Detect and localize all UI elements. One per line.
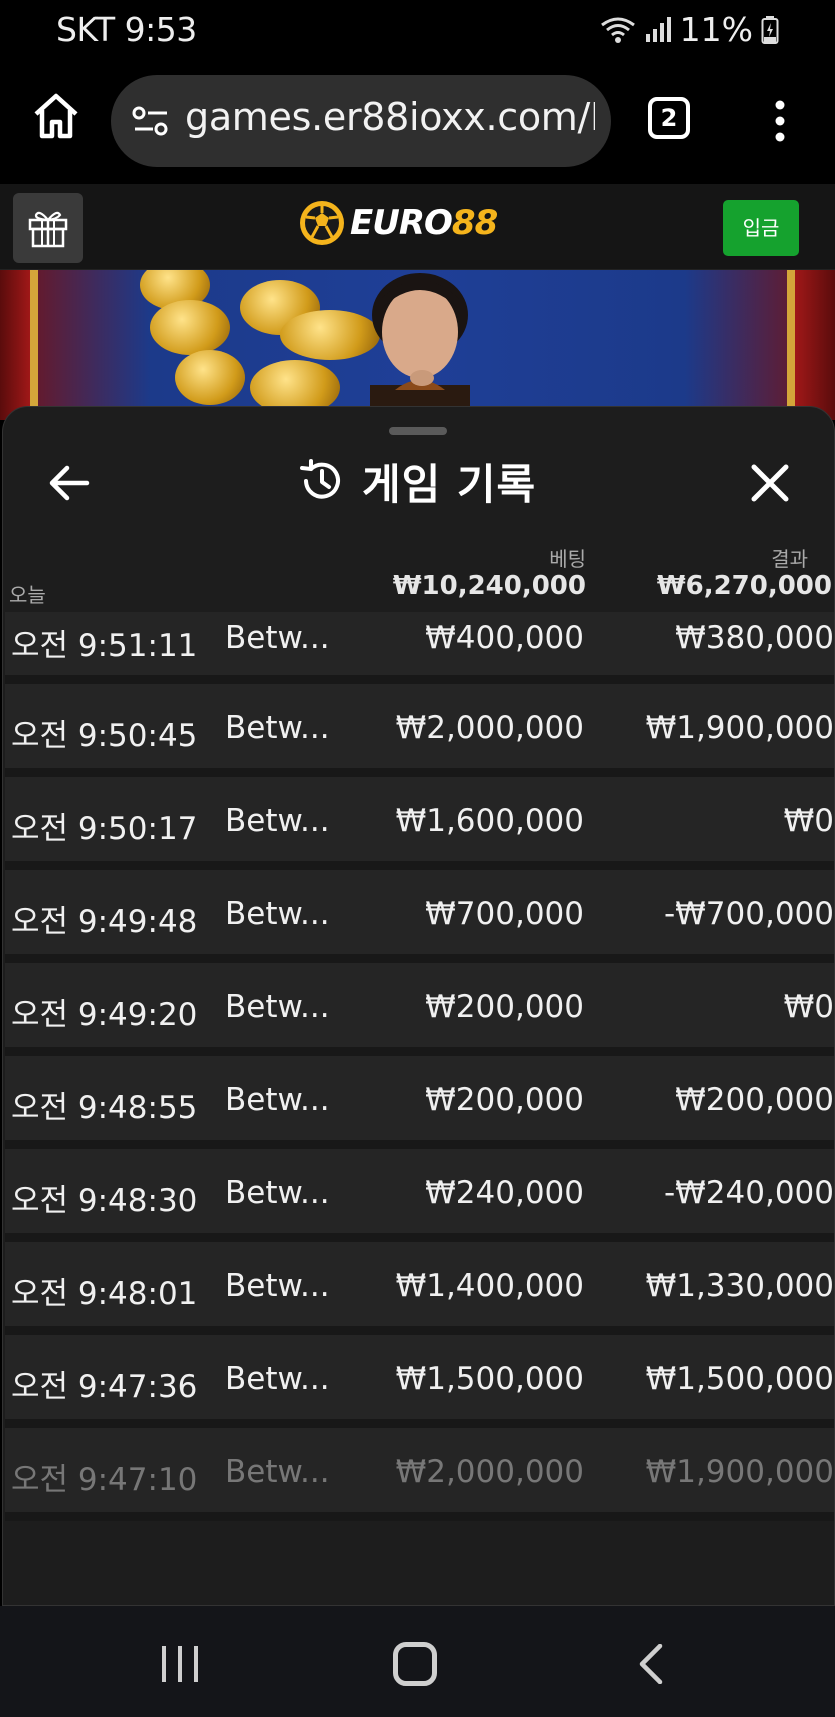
row-result: ₩1,900,000 (645, 710, 834, 746)
history-row[interactable]: 오전 9:49:48 Betw... ₩700,000 -₩700,000 (5, 870, 834, 963)
nav-back-icon[interactable] (630, 1644, 670, 1684)
row-bet: ₩1,600,000 (395, 803, 584, 839)
history-row[interactable]: 오전 9:47:36 Betw... ₩1,500,000 ₩1,500,000 (5, 1335, 834, 1428)
euro88-logo[interactable]: EURO88 (298, 198, 498, 248)
row-result: ₩0 (783, 989, 834, 1025)
row-bet: ₩200,000 (425, 1082, 584, 1118)
row-game: Betw... (225, 1175, 330, 1211)
nav-home-icon[interactable] (393, 1642, 437, 1686)
status-icons: 11% (600, 10, 779, 49)
game-history-panel: 게임 기록 오늘 베팅 ₩10,240,000 결과 ₩6,270,000 오전… (2, 406, 835, 1606)
logo-text-euro: EURO (350, 203, 453, 243)
row-result: ₩1,500,000 (645, 1361, 834, 1397)
total-result-value: ₩6,270,000 (656, 571, 832, 601)
logo-text-88: 88 (451, 203, 498, 243)
row-time: 오전 9:47:36 (11, 1369, 198, 1405)
coin-image (175, 350, 245, 405)
bet-column-label: 베팅 (549, 547, 586, 571)
history-row[interactable]: 오전 9:48:55 Betw... ₩200,000 ₩200,000 (5, 1056, 834, 1149)
site-header: EURO88 입금 (0, 184, 835, 270)
row-bet: ₩2,000,000 (395, 1454, 584, 1490)
row-game: Betw... (225, 896, 330, 932)
row-bet: ₩700,000 (425, 896, 584, 932)
tab-count-button[interactable]: 2 (648, 97, 690, 139)
coin-image (150, 300, 230, 355)
row-time: 오전 9:50:17 (11, 811, 198, 847)
row-time: 오전 9:48:30 (11, 1183, 198, 1219)
row-time: 오전 9:49:20 (11, 997, 198, 1033)
system-nav-bar (0, 1606, 835, 1717)
tune-icon[interactable] (131, 103, 171, 139)
address-bar[interactable]: games.er88ioxx.com/L (111, 75, 611, 167)
row-game: Betw... (225, 803, 330, 839)
row-game: Betw... (225, 710, 330, 746)
history-row[interactable]: 오전 9:48:30 Betw... ₩240,000 -₩240,000 (5, 1149, 834, 1242)
row-game: Betw... (225, 1361, 330, 1397)
history-row[interactable]: 오전 9:49:20 Betw... ₩200,000 ₩0 (5, 963, 834, 1056)
row-bet: ₩400,000 (425, 620, 584, 656)
history-icon (300, 459, 340, 499)
row-bet: ₩240,000 (425, 1175, 584, 1211)
deposit-button[interactable]: 입금 (723, 200, 799, 256)
row-time: 오전 9:48:55 (11, 1090, 198, 1126)
gift-icon (28, 211, 68, 248)
browser-toolbar: games.er88ioxx.com/L 2 (0, 60, 835, 184)
promo-banner[interactable] (0, 270, 835, 420)
row-game: Betw... (225, 989, 330, 1025)
gift-button[interactable] (13, 193, 83, 263)
row-result: -₩700,000 (663, 896, 834, 932)
title-text: 게임 기록 (362, 459, 537, 509)
row-result: ₩200,000 (675, 1082, 834, 1118)
row-bet: ₩200,000 (425, 989, 584, 1025)
row-result: ₩380,000 (675, 620, 834, 656)
signal-icon (645, 16, 671, 42)
row-bet: ₩1,400,000 (395, 1268, 584, 1304)
row-result: ₩1,330,000 (645, 1268, 834, 1304)
row-time: 오전 9:48:01 (11, 1276, 198, 1312)
close-icon[interactable] (748, 461, 792, 505)
row-game: Betw... (225, 1268, 330, 1304)
row-time: 오전 9:47:10 (11, 1462, 198, 1498)
battery-icon (761, 15, 779, 44)
url-text[interactable]: games.er88ioxx.com/L (185, 95, 595, 139)
row-result: ₩1,900,000 (645, 1454, 834, 1490)
history-row[interactable]: 오전 9:50:17 Betw... ₩1,600,000 ₩0 (5, 777, 834, 870)
total-bet-value: ₩10,240,000 (392, 571, 586, 601)
history-row[interactable]: 오전 9:47:10 Betw... ₩2,000,000 ₩1,900,000 (5, 1428, 834, 1521)
row-time: 오전 9:50:45 (11, 718, 198, 754)
row-time: 오전 9:51:11 (11, 628, 198, 664)
carrier-time: SKT 9:53 (56, 10, 197, 49)
arrow-left-icon[interactable] (47, 461, 91, 505)
history-row[interactable]: 오전 9:50:45 Betw... ₩2,000,000 ₩1,900,000 (5, 684, 834, 777)
soccer-ball-icon (300, 201, 344, 245)
row-time: 오전 9:49:48 (11, 904, 198, 940)
history-list: 오전 9:51:11 Betw... ₩400,000 ₩380,000 오전 … (5, 612, 834, 1521)
history-row[interactable]: 오전 9:48:01 Betw... ₩1,400,000 ₩1,330,000 (5, 1242, 834, 1335)
result-column-label: 결과 (771, 547, 808, 571)
panel-title: 게임 기록 (298, 451, 536, 511)
today-label: 오늘 (9, 583, 46, 607)
row-result: ₩0 (783, 803, 834, 839)
status-bar: SKT 9:53 11% (0, 0, 835, 60)
row-game: Betw... (225, 1454, 330, 1490)
row-bet: ₩2,000,000 (395, 710, 584, 746)
row-bet: ₩1,500,000 (395, 1361, 584, 1397)
row-game: Betw... (225, 1082, 330, 1118)
more-vert-icon[interactable] (770, 100, 790, 142)
row-game: Betw... (225, 620, 330, 656)
summary-header: 오늘 베팅 ₩10,240,000 결과 ₩6,270,000 (3, 535, 834, 617)
drag-handle[interactable] (389, 427, 447, 435)
row-result: -₩240,000 (663, 1175, 834, 1211)
recent-apps-icon[interactable] (160, 1644, 200, 1684)
wifi-icon (600, 17, 635, 43)
battery-percent: 11% (679, 10, 753, 49)
host-person-image (370, 273, 470, 420)
history-row[interactable]: 오전 9:51:11 Betw... ₩400,000 ₩380,000 (5, 612, 834, 684)
home-icon[interactable] (30, 90, 82, 142)
